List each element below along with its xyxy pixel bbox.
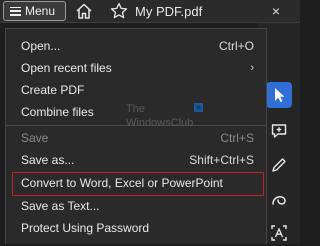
menu-item-create-pdf[interactable]: Create PDF <box>6 79 266 101</box>
menu-item-label: Open recent files <box>21 61 112 75</box>
menu-item-shortcut: Shift+Ctrl+S <box>189 153 254 167</box>
menu-item-label: Combine files <box>21 105 94 119</box>
text-recognition-icon[interactable] <box>266 220 292 246</box>
home-icon[interactable] <box>74 2 94 20</box>
menu-item-shortcut: Ctrl+O <box>218 39 254 53</box>
menu-item-save-as-text[interactable]: Save as Text... <box>6 195 266 217</box>
menu-item-save-as[interactable]: Save as... Shift+Ctrl+S <box>6 149 266 171</box>
watermark-line1: The <box>126 103 145 115</box>
chevron-right-icon: › <box>250 62 254 74</box>
curve-draw-icon[interactable] <box>266 187 292 213</box>
title-bar: Menu My PDF.pdf × <box>0 0 300 23</box>
document-tab-title[interactable]: My PDF.pdf <box>135 4 202 19</box>
menu-button-label: Menu <box>25 4 56 18</box>
menu-item-open-recent[interactable]: Open recent files › <box>6 57 266 79</box>
menu-button[interactable]: Menu <box>3 1 66 21</box>
highlight-annotation <box>12 172 264 196</box>
menu-item-label: Save as Text... <box>21 199 100 213</box>
star-icon[interactable] <box>110 2 128 20</box>
menu-item-label: Save <box>21 131 49 145</box>
file-menu: Open... Ctrl+O Open recent files › Creat… <box>5 28 267 244</box>
watermark-logo: The WindowsClub <box>126 103 203 129</box>
pen-icon[interactable] <box>266 152 292 178</box>
menu-item-protect-password[interactable]: Protect Using Password <box>6 217 266 239</box>
menu-item-shortcut: Ctrl+S <box>220 131 254 145</box>
menu-item-label: Open... <box>21 39 61 53</box>
hamburger-icon <box>10 6 21 16</box>
menu-item-open[interactable]: Open... Ctrl+O <box>6 35 266 57</box>
add-comment-icon[interactable] <box>266 118 292 144</box>
menu-item-label: Protect Using Password <box>21 221 150 235</box>
watermark-line2: WindowsClub <box>126 117 193 129</box>
menu-item-label: Save as... <box>21 153 75 167</box>
menu-item-label: Create PDF <box>21 83 85 97</box>
select-arrow-icon[interactable] <box>266 82 292 108</box>
close-tab-icon[interactable]: × <box>268 3 284 19</box>
